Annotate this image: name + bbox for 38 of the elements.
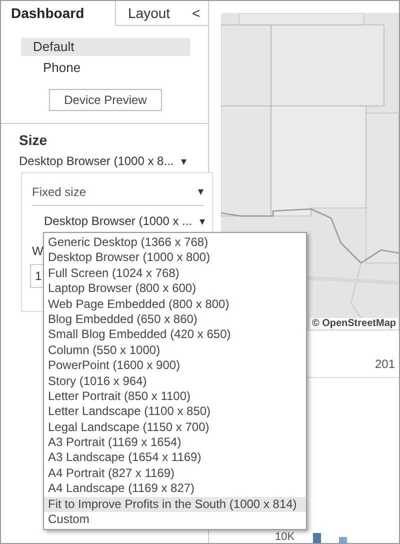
menu-item[interactable]: A3 Portrait (1169 x 1654) [44, 435, 306, 450]
collapse-button[interactable]: < [192, 1, 208, 26]
menu-item[interactable]: Full Screen (1024 x 768) [44, 266, 306, 282]
menu-item[interactable]: Blog Embedded (650 x 860) [44, 312, 306, 328]
menu-item[interactable]: Laptop Browser (800 x 600) [44, 281, 306, 297]
section-heading: Size [19, 132, 48, 148]
menu-item[interactable]: PowerPoint (1600 x 900) [44, 358, 306, 374]
menu-item[interactable]: Web Page Embedded (800 x 800) [44, 296, 306, 312]
caret-icon: ▾ [198, 185, 204, 199]
menu-item[interactable]: Custom [44, 512, 306, 528]
column-header: 201 [374, 357, 395, 371]
menu-item[interactable]: A4 Portrait (827 x 1169) [44, 466, 306, 482]
tab[interactable]: Layout [116, 1, 192, 26]
preset-dropdown[interactable]: Desktop Browser (1000 x ... ▾ [44, 214, 206, 228]
menu-item[interactable]: Story (1016 x 964) [44, 374, 306, 389]
chart-bar [313, 533, 321, 543]
chart-bar [339, 537, 347, 543]
caret-icon: ▾ [199, 216, 206, 228]
menu-item[interactable]: A3 Landscape (1654 x 1169) [44, 450, 306, 466]
menu-item[interactable]: Letter Portrait (850 x 1100) [44, 388, 306, 404]
menu-item[interactable]: Letter Landscape (1100 x 850) [44, 404, 306, 420]
size-dropdown[interactable]: Desktop Browser (1000 x 8... ▾ [19, 154, 188, 168]
menu-item[interactable]: Legal Landscape (1150 x 700) [44, 420, 306, 436]
menu-item[interactable]: Desktop Browser (1000 x 800) [44, 250, 306, 266]
caret-icon: ▾ [181, 156, 188, 168]
menu-item[interactable]: A4 Landscape (1169 x 827) [44, 481, 306, 497]
field-label: W [32, 244, 44, 258]
device-item[interactable]: Phone [21, 59, 190, 77]
menu-item[interactable]: Small Blog Embedded (420 x 650) [44, 327, 306, 343]
menu-item[interactable]: Generic Desktop (1366 x 768) [44, 235, 306, 250]
attribution-text: © OpenStreetMap [310, 318, 398, 329]
tab[interactable]: Dashboard [1, 1, 116, 26]
menu-item[interactable]: Fit to Improve Profits in the South (1000 x 814) [44, 496, 306, 512]
device-item[interactable]: Default [21, 38, 190, 56]
mode-dropdown[interactable]: Fixed size ▾ [32, 181, 204, 206]
menu-item[interactable]: Column (550 x 1000) [44, 342, 306, 358]
device-preview-button[interactable]: Device Preview [49, 89, 162, 111]
axis-label: 10K [275, 531, 295, 543]
